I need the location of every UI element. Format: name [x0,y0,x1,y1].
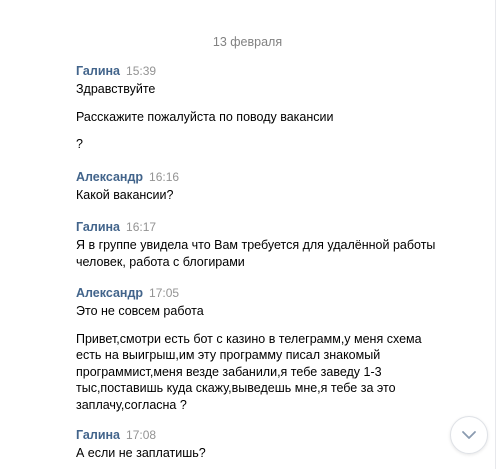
message-line: Я в группе увидела что Вам требуется для… [76,238,436,252]
message-time[interactable]: 17:05 [149,286,179,300]
message-body: Здравствуйте Расскажите пожалуйста по по… [76,81,436,153]
message-body: Какой вакансии? [76,187,436,204]
message-group: Галина 15:39 Здравствуйте Расскажите пожа… [76,62,436,153]
message-body: А если не заплатишь? [76,445,436,462]
message-line: Привет,смотри есть бот с казино в телегр… [76,331,422,346]
message-header: Александр 16:16 [76,168,436,186]
author-name[interactable]: Александр [76,170,143,184]
message-line: есть на выигрыш,им эту программу писал з… [76,348,381,362]
message-header: Галина 15:39 [76,62,436,80]
message-line: Расскажите пожалуйста по поводу вакансии [76,109,334,124]
message-body: Это не совсем работа Привет,смотри есть … [76,303,436,413]
author-name[interactable]: Галина [76,220,120,234]
message-text: ? [76,136,436,153]
chevron-down-icon [462,431,476,439]
chat-history: 13 февраля Галина 15:39 Здравствуйте Расс… [0,0,496,469]
message-group: Галина 16:17 Я в группе увидела что Вам т… [76,218,436,270]
message-line: заплачу,согласна ? [76,397,187,412]
message-line: ? [76,137,83,151]
message-line: тыс,поставишь куда скажу,выведешь мне,я … [76,381,396,395]
message-text: Какой вакансии? [76,187,436,204]
message-header: Галина 17:08 [76,426,436,444]
author-name[interactable]: Александр [76,286,143,300]
message-line: Здравствуйте [76,82,156,96]
message-line: программист,меня везде забанили,я тебе з… [76,364,382,379]
message-text: Расскажите пожалуйста по поводу вакансии [76,109,436,126]
message-body: Я в группе увидела что Вам требуется для… [76,237,436,270]
author-name[interactable]: Галина [76,428,120,442]
message-text: Привет,смотри есть бот с казино в телегр… [76,331,436,414]
message-header: Галина 16:17 [76,218,436,236]
message-header: Александр 17:05 [76,284,436,302]
message-group: Александр 16:16 Какой вакансии? [76,168,436,204]
message-time[interactable]: 17:08 [126,428,156,442]
message-text: Я в группе увидела что Вам требуется для… [76,237,436,270]
message-time[interactable]: 16:17 [126,220,156,234]
author-name[interactable]: Галина [76,64,120,78]
message-group: Галина 17:08 А если не заплатишь? [76,426,436,462]
message-text: Это не совсем работа [76,303,436,320]
message-line: человек, работа с блогирами [76,254,245,269]
message-line: Какой вакансии? [76,188,174,202]
message-text: А если не заплатишь? [76,445,436,462]
date-separator: 13 февраля [212,35,283,49]
message-group: Александр 17:05 Это не совсем работа Прив… [76,284,436,413]
message-time[interactable]: 15:39 [126,64,156,78]
message-time[interactable]: 16:16 [149,170,179,184]
scroll-to-bottom-button[interactable] [450,416,488,454]
message-line: Это не совсем работа [76,304,204,318]
message-line: А если не заплатишь? [76,446,206,460]
message-text: Здравствуйте [76,81,436,98]
